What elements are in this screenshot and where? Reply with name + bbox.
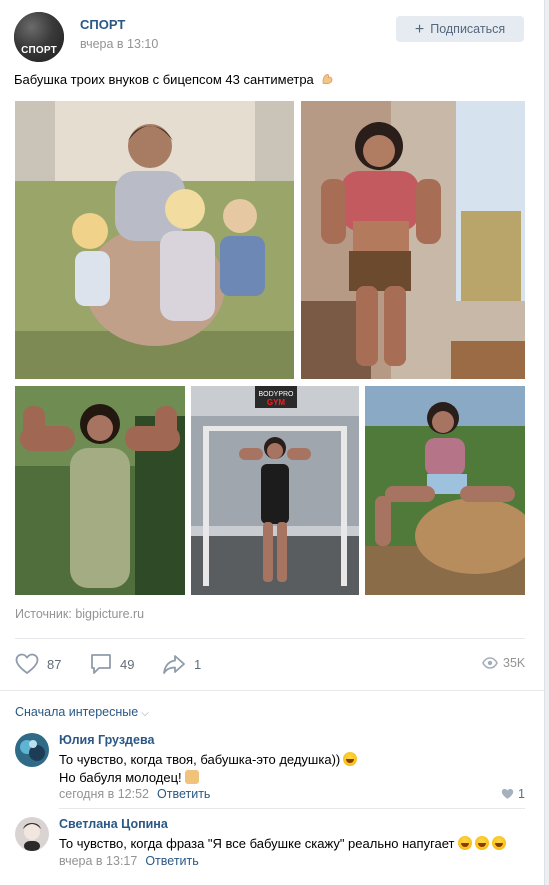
views-counter: 35K	[482, 656, 525, 670]
comment-divider	[59, 808, 525, 809]
comment-text-line-2: Но бабуля молодец!	[59, 770, 182, 785]
group-name[interactable]: СПОРТ	[80, 17, 125, 32]
comment-text-line-1: То чувство, когда твоя, бабушка-это деду…	[59, 752, 341, 767]
post-header: СПОРТ СПОРТ вчера в 13:10 + Подписаться	[14, 12, 534, 62]
gym-sign-bottom: GYM	[267, 398, 286, 407]
subscribe-label: Подписаться	[430, 22, 506, 36]
joy-emoji-icon	[474, 836, 489, 850]
comment-meta: сегодня в 12:52 Ответить	[59, 787, 210, 801]
comment-text-line-1: То чувство, когда фраза "Я все бабушке с…	[59, 836, 455, 851]
share-count: 1	[194, 656, 202, 672]
joy-emoji-icon	[491, 836, 506, 850]
heart-icon	[15, 653, 39, 674]
comment-item: Юлия Груздева То чувство, когда твоя, ба…	[15, 733, 525, 803]
comment-text: То чувство, когда фраза "Я все бабушке с…	[59, 835, 506, 853]
comment-icon	[91, 654, 111, 674]
views-count: 35K	[503, 656, 526, 670]
comment-avatar[interactable]	[15, 817, 49, 851]
like-count: 87	[47, 656, 62, 672]
post-photo-4[interactable]: BODYPRO GYM	[191, 386, 359, 595]
post-photo-5[interactable]	[365, 386, 525, 595]
comment-button[interactable]: 49	[90, 652, 134, 676]
comment-meta: вчера в 13:17 Ответить	[59, 854, 199, 868]
comment-like-count: 1	[518, 787, 525, 801]
thumbs-up-emoji-icon	[184, 770, 199, 784]
heart-icon	[501, 788, 514, 799]
comment-count: 49	[120, 656, 135, 672]
share-button[interactable]: 1	[162, 652, 201, 676]
comment-author[interactable]: Светлана Цопина	[59, 817, 168, 831]
comment-like-button[interactable]: 1	[501, 787, 525, 801]
comments-sort-dropdown[interactable]: Сначала интересные ⌵	[15, 705, 149, 719]
actions-divider	[15, 638, 525, 639]
reply-link[interactable]: Ответить	[145, 854, 198, 868]
comments-divider	[0, 690, 545, 691]
comment-item: Светлана Цопина То чувство, когда фраза …	[15, 817, 525, 871]
rofl-emoji-icon	[343, 752, 358, 766]
reply-link[interactable]: Ответить	[157, 787, 210, 801]
sort-label: Сначала интересные	[15, 705, 139, 719]
post-photo-1[interactable]	[15, 101, 294, 379]
eye-icon	[482, 657, 498, 669]
flexed-biceps-emoji-icon	[322, 74, 333, 85]
joy-emoji-icon	[457, 836, 472, 850]
comment-time[interactable]: сегодня в 12:52	[59, 787, 149, 801]
gym-sign-top: BODYPRO	[258, 391, 294, 398]
comment-avatar[interactable]	[15, 733, 49, 767]
source-label: Источник:	[15, 607, 72, 621]
group-avatar[interactable]: СПОРТ	[14, 12, 64, 62]
chevron-down-icon: ⌵	[141, 708, 149, 719]
post-source: Источник: bigpicture.ru	[15, 607, 144, 621]
comment-author[interactable]: Юлия Груздева	[59, 733, 154, 747]
post-photo-2[interactable]	[301, 101, 525, 379]
post-photo-3[interactable]	[15, 386, 185, 595]
post-text: Бабушка троих внуков с бицепсом 43 санти…	[14, 72, 335, 87]
post-time[interactable]: вчера в 13:10	[80, 37, 158, 51]
plus-icon: +	[414, 21, 425, 38]
post-text-content: Бабушка троих внуков с бицепсом 43 санти…	[14, 72, 314, 87]
subscribe-button[interactable]: + Подписаться	[396, 16, 524, 42]
post-card: СПОРТ СПОРТ вчера в 13:10 + Подписаться Б…	[0, 0, 545, 885]
group-avatar-label: СПОРТ	[21, 45, 57, 56]
like-button[interactable]: 87	[15, 652, 61, 676]
share-arrow-icon	[163, 655, 185, 674]
comment-time[interactable]: вчера в 13:17	[59, 854, 137, 868]
comment-text: То чувство, когда твоя, бабушка-это деду…	[59, 751, 358, 787]
source-link[interactable]: bigpicture.ru	[75, 607, 144, 621]
